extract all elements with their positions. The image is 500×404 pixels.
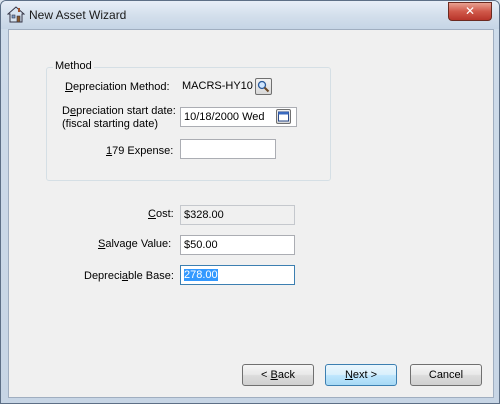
depreciable-base-value: 278.00 [184,269,218,281]
method-group-title: Method [53,60,94,72]
wizard-window: New Asset Wizard ✕ Method Depreciation M… [0,0,500,404]
calendar-button[interactable] [276,109,291,124]
depreciable-base-label: Depreciable Base: [84,270,174,282]
start-date-label: Depreciation start date: (fiscal starting… [62,105,176,130]
salvage-value-label: Salvage Value: [98,238,172,250]
expense-179-input[interactable] [180,139,276,159]
back-button[interactable]: < Back [242,364,314,386]
calendar-icon [278,111,289,122]
next-button[interactable]: Next > [325,364,397,386]
depreciation-method-label: Depreciation Method: [65,81,170,93]
cost-label: Cost: [148,208,174,220]
wizard-body: Method Depreciation Method: MACRS-HY10 D… [8,29,494,398]
salvage-value-input[interactable]: $50.00 [180,235,295,255]
cost-field: $328.00 [180,205,295,225]
magnifier-icon [257,80,270,93]
window-title: New Asset Wizard [29,8,127,22]
close-icon: ✕ [464,4,476,18]
method-lookup-button[interactable] [255,78,272,95]
expense-179-label: 179 Expense: [106,145,174,157]
title-bar[interactable]: New Asset Wizard ✕ [1,1,499,29]
close-button[interactable]: ✕ [448,2,492,21]
start-date-value: 10/18/2000 Wed [184,111,265,123]
house-icon [7,6,25,23]
depreciable-base-input[interactable]: 278.00 [180,265,295,285]
cancel-button[interactable]: Cancel [410,364,482,386]
